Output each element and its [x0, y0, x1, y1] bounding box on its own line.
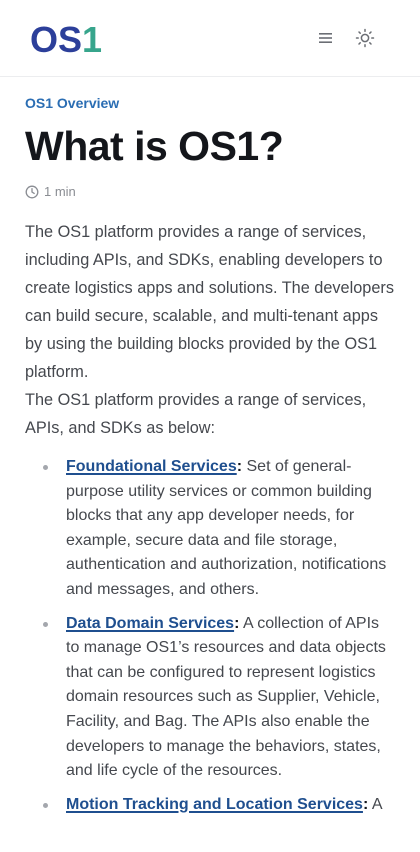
page-title: What is OS1? — [25, 123, 284, 169]
top-header: OS1 — [0, 0, 420, 77]
service-description: A collection of APIs to manage OS1’s res… — [66, 614, 386, 780]
service-description: A — [368, 795, 383, 813]
services-list: Foundational Services: Set of general-pu… — [25, 455, 395, 817]
service-description: Set of general-purpose utility services … — [66, 458, 387, 598]
logo-os-text: OS — [30, 19, 83, 60]
logo-one-text: 1 — [82, 19, 103, 60]
hamburger-menu-icon — [319, 33, 332, 43]
read-time: 1 min — [25, 184, 395, 200]
data-domain-services-link[interactable]: Data Domain Services — [66, 615, 234, 632]
intro-paragraph: The OS1 platform provides a range of ser… — [25, 223, 394, 381]
services-intro-paragraph: The OS1 platform provides a range of ser… — [25, 391, 367, 437]
main-content: OS1 Overview What is OS1? 1 min The OS1 … — [0, 94, 420, 817]
clock-icon — [25, 185, 39, 199]
list-item: Motion Tracking and Location Services: A — [43, 793, 395, 818]
list-item: Data Domain Services: A collection of AP… — [43, 612, 395, 784]
list-item: Foundational Services: Set of general-pu… — [43, 455, 395, 603]
foundational-services-link[interactable]: Foundational Services — [66, 458, 237, 475]
motion-tracking-services-link[interactable]: Motion Tracking and Location Services — [66, 796, 363, 813]
os1-logo[interactable]: OS1 — [30, 20, 102, 60]
sun-icon — [355, 28, 375, 48]
read-time-text: 1 min — [44, 184, 76, 199]
breadcrumb[interactable]: OS1 Overview — [25, 94, 395, 112]
theme-toggle-button[interactable] — [353, 26, 377, 50]
hamburger-menu-button[interactable] — [314, 26, 338, 50]
